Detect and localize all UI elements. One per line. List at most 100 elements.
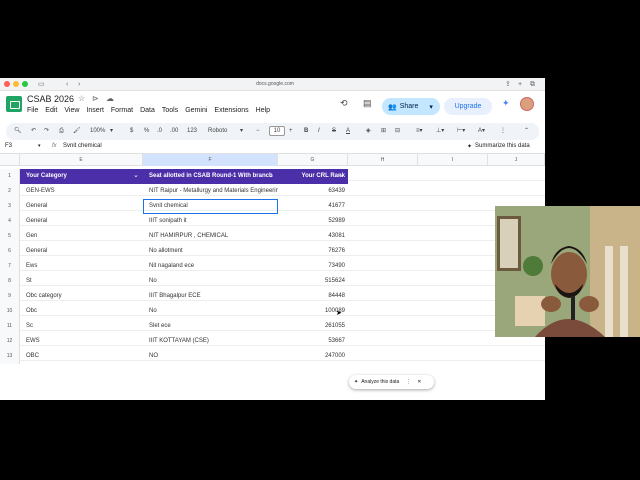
row-number[interactable]: 8 <box>0 274 20 289</box>
decrease-font-size-button[interactable]: − <box>256 127 260 136</box>
cell-seat[interactable]: NIT HAMIRPUR , CHEMICAL <box>143 229 278 244</box>
tabs-overview-icon[interactable]: ⧉ <box>530 79 535 90</box>
cell-rank[interactable]: 43081 <box>278 229 348 244</box>
summarize-button[interactable]: Summarize this data <box>475 143 530 149</box>
cell-rank[interactable]: 84448 <box>278 289 348 304</box>
address-bar[interactable]: docs.google.com <box>200 80 350 89</box>
cell-rank[interactable]: 63439 <box>278 184 348 199</box>
currency-format-button[interactable]: $ <box>130 127 133 136</box>
redo-icon[interactable]: ↷ <box>44 127 49 136</box>
strikethrough-button[interactable]: S <box>332 127 336 136</box>
cell-seat[interactable]: NIT Raipur - Metallurgy and Materials En… <box>143 184 278 199</box>
row-number[interactable]: 6 <box>0 244 20 259</box>
cell-seat[interactable]: NO <box>143 349 278 364</box>
menu-gemini[interactable]: Gemini <box>185 107 207 114</box>
decrease-decimal-button[interactable]: .0 <box>157 127 162 136</box>
column-header-f[interactable]: F <box>143 154 278 166</box>
cell-seat[interactable]: No <box>143 274 278 289</box>
filter-chevron-icon[interactable]: ⌄ <box>133 169 139 182</box>
borders-icon[interactable]: ⊞ <box>381 127 386 136</box>
collapse-toolbar-icon[interactable]: ⌃ <box>524 127 529 136</box>
share-button[interactable]: 👥 Share ▾ <box>382 98 440 115</box>
menu-edit[interactable]: Edit <box>45 107 57 114</box>
selected-cell[interactable]: Svnit chemical <box>143 199 278 214</box>
column-header-j[interactable]: J <box>488 154 545 166</box>
fill-color-icon[interactable]: ◈ <box>366 127 371 136</box>
cell-seat[interactable]: IIIT sonipath it <box>143 214 278 229</box>
zoom-chevron-icon[interactable]: ▾ <box>110 127 113 136</box>
gemini-sparkle-icon[interactable]: ✦ <box>502 98 510 109</box>
star-icon[interactable]: ☆ <box>78 94 85 103</box>
search-menus-icon[interactable]: 🔍︎ <box>14 127 22 136</box>
sidebar-toggle-icon[interactable]: ▭ <box>38 79 45 90</box>
row-number[interactable]: 13 <box>0 349 20 364</box>
paint-format-icon[interactable]: 🖌︎ <box>73 127 81 136</box>
more-options-icon[interactable]: ⋮ <box>500 127 506 136</box>
cell-category[interactable]: Obc category <box>20 289 143 304</box>
menu-tools[interactable]: Tools <box>162 107 178 114</box>
cell-rank[interactable]: 76276 <box>278 244 348 259</box>
cell-category[interactable]: GEN-EWS <box>20 184 143 199</box>
text-color-button[interactable]: A <box>346 127 350 136</box>
analyze-data-chip[interactable]: ✦ Analyze this data ⋮ ✕ <box>349 375 434 389</box>
filter-chevron-icon[interactable]: ⌄ <box>338 169 344 182</box>
sheet-grid[interactable]: 1 Your Category ⌄ Seat allotted in CSAB Rou… <box>0 166 545 364</box>
column-header-e[interactable]: E <box>20 154 143 166</box>
cell-category[interactable]: OBC <box>20 349 143 364</box>
forward-icon[interactable]: › <box>78 79 80 90</box>
document-title[interactable]: CSAB 2026 <box>27 94 74 104</box>
more-formats-button[interactable]: 123 <box>187 127 197 136</box>
cell-category[interactable]: Obc <box>20 304 143 319</box>
cell-rank[interactable]: 515624 <box>278 274 348 289</box>
font-size-input[interactable]: 10 <box>269 126 285 136</box>
merge-cells-icon[interactable]: ⊟ <box>395 127 400 136</box>
row-number[interactable]: 9 <box>0 289 20 304</box>
row-number[interactable]: 3 <box>0 199 20 214</box>
percent-format-button[interactable]: % <box>144 127 149 136</box>
filter-chevron-icon[interactable]: ⌄ <box>268 169 274 182</box>
cell-seat[interactable]: No allotment <box>143 244 278 259</box>
header-cell-category[interactable]: Your Category <box>20 169 143 184</box>
back-icon[interactable]: ‹ <box>66 79 68 90</box>
cell-rank[interactable]: 52989 <box>278 214 348 229</box>
font-select[interactable]: Roboto <box>208 127 227 136</box>
undo-icon[interactable]: ↶ <box>31 127 36 136</box>
analyze-more-icon[interactable]: ⋮ <box>406 379 411 385</box>
text-wrap-icon[interactable]: ⊢▾ <box>457 127 465 136</box>
cell-seat[interactable]: Slet ece <box>143 319 278 334</box>
version-history-icon[interactable]: ⟲ <box>340 98 348 109</box>
increase-font-size-button[interactable]: + <box>289 127 293 136</box>
align-icon[interactable]: ≡▾ <box>416 127 423 136</box>
cell-category[interactable]: EWS <box>20 334 143 349</box>
column-header-h[interactable]: H <box>348 154 418 166</box>
menu-format[interactable]: Format <box>111 107 133 114</box>
cell-seat[interactable]: Nit nagaland ece <box>143 259 278 274</box>
cell-rank[interactable]: 41677 <box>278 199 348 214</box>
cell-category[interactable]: General <box>20 199 143 214</box>
cell-seat[interactable]: IIIT Bhagalpur ECE <box>143 289 278 304</box>
analyze-close-icon[interactable]: ✕ <box>417 379 421 385</box>
column-header-g[interactable]: G <box>278 154 348 166</box>
cell-category[interactable]: Gen <box>20 229 143 244</box>
menu-data[interactable]: Data <box>140 107 155 114</box>
row-number[interactable]: 4 <box>0 214 20 229</box>
menu-insert[interactable]: Insert <box>86 107 104 114</box>
cell-category[interactable]: Sc <box>20 319 143 334</box>
minimize-window-button[interactable] <box>13 81 19 87</box>
close-window-button[interactable] <box>4 81 10 87</box>
zoom-select[interactable]: 100% <box>90 127 105 136</box>
print-icon[interactable]: ⎙ <box>59 127 64 136</box>
avatar[interactable] <box>520 97 534 111</box>
new-tab-icon[interactable]: + <box>518 79 522 90</box>
row-number[interactable]: 1 <box>0 169 20 184</box>
sheets-logo-icon[interactable] <box>6 96 22 112</box>
chevron-down-icon[interactable]: ▾ <box>429 103 433 111</box>
menu-view[interactable]: View <box>64 107 79 114</box>
name-box[interactable]: F3 <box>5 143 12 149</box>
header-cell-seat[interactable]: Seat allotted in CSAB Round-1 With branc… <box>143 169 278 184</box>
comments-icon[interactable]: ▤ <box>363 98 372 109</box>
row-number[interactable]: 7 <box>0 259 20 274</box>
font-chevron-icon[interactable]: ▾ <box>240 127 243 136</box>
row-number[interactable]: 10 <box>0 304 20 319</box>
cell-rank[interactable]: 247000 <box>278 349 348 364</box>
